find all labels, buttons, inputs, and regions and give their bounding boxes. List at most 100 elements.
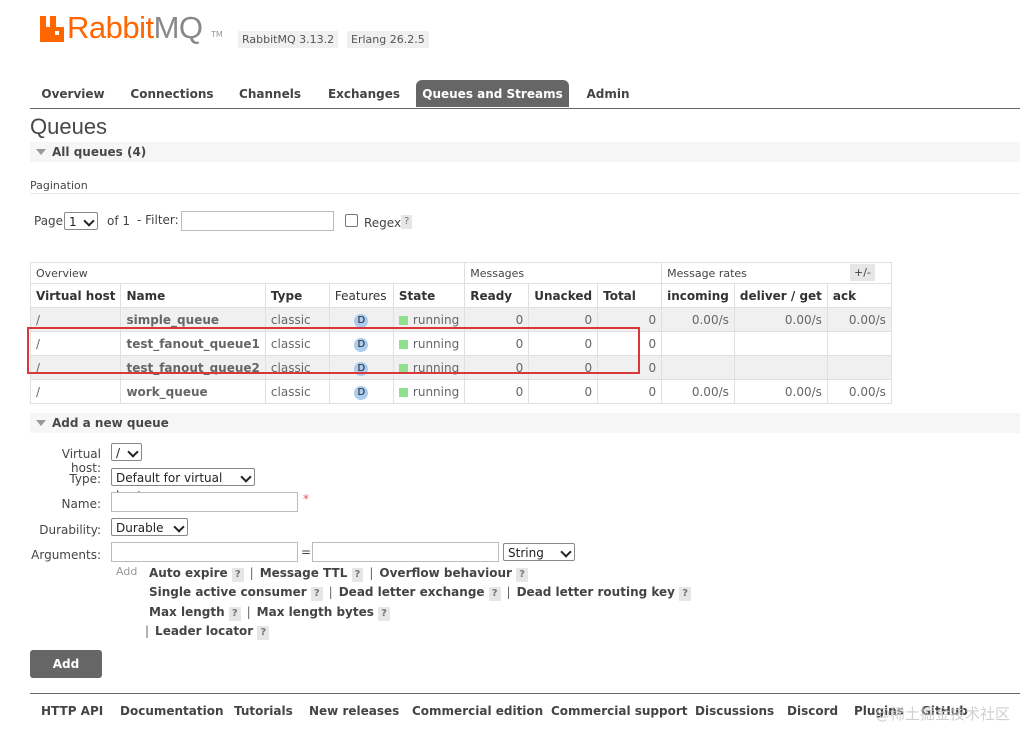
queue-link[interactable]: test_fanout_queue1 xyxy=(120,331,266,356)
col-ack[interactable]: ack xyxy=(826,283,892,308)
footer-link-commercial-edition[interactable]: Commercial edition xyxy=(412,704,543,718)
footer-link-discord[interactable]: Discord xyxy=(787,704,838,718)
dlrk-help-icon[interactable]: ? xyxy=(679,587,692,601)
vhost-select[interactable]: / xyxy=(111,443,142,461)
page-label: Page xyxy=(34,214,64,228)
rabbit-logo-icon xyxy=(40,16,64,42)
arg-overflow-link[interactable]: Overflow behaviour xyxy=(379,566,512,580)
cell-incoming: 0.00/s xyxy=(661,379,735,404)
tab-admin[interactable]: Admin xyxy=(579,80,637,107)
cell-deliver-get: 0.00/s xyxy=(733,379,828,404)
footer-link-commercial-support[interactable]: Commercial support xyxy=(551,704,688,718)
single-active-help-icon[interactable]: ? xyxy=(310,587,323,601)
col-unacked[interactable]: Unacked xyxy=(528,283,599,308)
col-ready[interactable]: Ready xyxy=(464,283,530,308)
queue-link[interactable]: simple_queue xyxy=(120,307,266,332)
cell-incoming xyxy=(661,355,735,380)
tab-connections[interactable]: Connections xyxy=(122,80,222,107)
queue-link[interactable]: test_fanout_queue2 xyxy=(120,355,266,380)
footer-link-documentation[interactable]: Documentation xyxy=(120,704,224,718)
cell-deliver-get: 0.00/s xyxy=(733,307,828,332)
col-type[interactable]: Type xyxy=(264,283,330,308)
chevron-down-icon xyxy=(240,471,252,483)
cell-unacked: 0 xyxy=(528,379,599,404)
arg-leader-locator-link[interactable]: Leader locator xyxy=(155,624,253,638)
footer-link-http-api[interactable]: HTTP API xyxy=(41,704,103,718)
watermark-text: @稀土掘金技术社区 xyxy=(874,705,1010,723)
add-label: Add xyxy=(116,565,138,578)
arg-auto-expire-link[interactable]: Auto expire xyxy=(149,566,228,580)
arg-single-active-consumer-link[interactable]: Single active consumer xyxy=(149,585,307,599)
tab-channels[interactable]: Channels xyxy=(230,80,310,107)
footer-link-new-releases[interactable]: New releases xyxy=(309,704,399,718)
cell-ack xyxy=(826,331,892,356)
tab-queues-and-streams[interactable]: Queues and Streams xyxy=(416,80,569,107)
add-queue-section-toggle[interactable]: Add a new queue xyxy=(30,413,1020,433)
cell-total: 0 xyxy=(597,307,663,332)
arg-dead-letter-exchange-link[interactable]: Dead letter exchange xyxy=(339,585,485,599)
vhost-label: Virtual host: xyxy=(61,447,101,475)
arg-message-ttl-link[interactable]: Message TTL xyxy=(260,566,348,580)
regex-checkbox[interactable] xyxy=(345,214,358,227)
cell-vhost: / xyxy=(29,379,122,404)
dlx-help-icon[interactable]: ? xyxy=(488,587,501,601)
cell-vhost: / xyxy=(29,331,122,356)
footer-link-discussions[interactable]: Discussions xyxy=(695,704,774,718)
cell-ack: 0.00/s xyxy=(826,307,892,332)
filter-input[interactable] xyxy=(181,211,334,231)
auto-expire-help-icon[interactable]: ? xyxy=(231,568,244,582)
max-length-help-icon[interactable]: ? xyxy=(228,607,241,621)
cell-vhost: / xyxy=(29,307,122,332)
col-name[interactable]: Name xyxy=(120,283,266,308)
col-virtual-host[interactable]: Virtual host xyxy=(29,283,122,308)
arg-max-length-bytes-link[interactable]: Max length bytes xyxy=(257,605,374,619)
toggle-columns-button[interactable]: +/- xyxy=(850,264,875,281)
cell-total: 0 xyxy=(597,355,663,380)
queue-link[interactable]: work_queue xyxy=(120,379,266,404)
argument-value-input[interactable] xyxy=(312,542,499,562)
durability-select[interactable]: Durable xyxy=(111,518,188,536)
col-incoming[interactable]: incoming xyxy=(661,283,735,308)
col-deliver-get[interactable]: deliver / get xyxy=(733,283,828,308)
name-label: Name: xyxy=(61,497,101,511)
col-total[interactable]: Total xyxy=(597,283,663,308)
argument-shortcuts-row-2: Single active consumer ? | Dead letter exc… xyxy=(149,585,692,601)
arg-max-length-link[interactable]: Max length xyxy=(149,605,225,619)
overflow-help-icon[interactable]: ? xyxy=(516,568,528,582)
pagination-divider xyxy=(30,193,1020,194)
table-row: / work_queue classic D running 0 0 0 0.0… xyxy=(29,379,892,404)
max-length-bytes-help-icon[interactable]: ? xyxy=(378,607,390,621)
cell-state: running xyxy=(412,384,460,399)
cell-type: classic xyxy=(264,307,330,332)
argument-type-select[interactable]: String xyxy=(503,543,575,561)
col-state[interactable]: State xyxy=(392,283,466,308)
page-title: Queues xyxy=(30,114,108,139)
queue-type-select[interactable]: Default for virtual host xyxy=(111,468,255,503)
add-queue-button[interactable]: Add queue xyxy=(30,650,102,699)
regex-help-icon[interactable]: ? xyxy=(401,215,413,229)
durable-badge: D xyxy=(354,337,369,352)
queue-name-input[interactable] xyxy=(111,492,298,512)
tab-overview[interactable]: Overview xyxy=(30,80,116,107)
cell-state: running xyxy=(412,360,460,375)
cell-deliver-get xyxy=(733,331,828,356)
table-row: / test_fanout_queue1 classic D running 0… xyxy=(29,331,892,356)
collapse-triangle-icon xyxy=(36,149,46,155)
arg-dead-letter-routing-key-link[interactable]: Dead letter routing key xyxy=(517,585,675,599)
leader-locator-help-icon[interactable]: ? xyxy=(257,626,270,640)
table-row: / simple_queue classic D running 0 0 0 0… xyxy=(29,307,892,332)
argument-shortcuts-row-4: | Leader locator ? xyxy=(145,624,270,640)
running-status-icon xyxy=(398,315,408,325)
rabbitmq-version: RabbitMQ 3.13.2 xyxy=(238,31,339,48)
argument-key-input[interactable] xyxy=(111,542,298,562)
durable-badge: D xyxy=(354,313,369,328)
footer-link-tutorials[interactable]: Tutorials xyxy=(234,704,293,718)
pagination-label: Pagination xyxy=(30,179,88,192)
durable-badge: D xyxy=(354,361,369,376)
page-select[interactable]: 1 xyxy=(64,212,98,230)
tab-exchanges[interactable]: Exchanges xyxy=(320,80,408,107)
message-ttl-help-icon[interactable]: ? xyxy=(351,568,364,582)
argument-shortcuts-row-3: Max length ? | Max length bytes ? xyxy=(149,605,390,621)
cell-state: running xyxy=(412,336,460,351)
all-queues-section-toggle[interactable]: All queues (4) xyxy=(30,142,1020,162)
